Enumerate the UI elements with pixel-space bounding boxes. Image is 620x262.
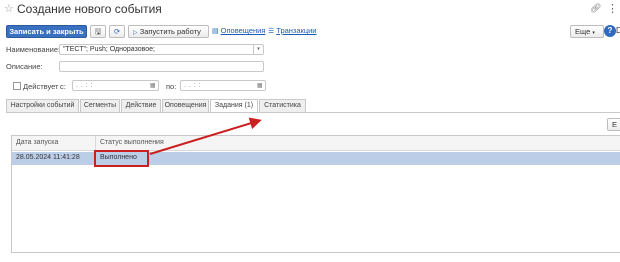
tab-alerts[interactable]: Оповещения [162, 99, 209, 112]
to-date-field[interactable]: . . : : ▦ [180, 80, 266, 91]
save-and-close-button[interactable]: Записать и закрыть [6, 25, 87, 38]
more-button[interactable]: Еще ▾ [570, 25, 604, 38]
link-icon[interactable]: 🔗︎ [590, 3, 601, 14]
column-header-status[interactable]: Статус выполнения [100, 139, 164, 146]
tab-event-settings[interactable]: Настройки событий [6, 99, 79, 112]
calendar-icon[interactable]: ▦ [150, 82, 156, 90]
panel-cut-button[interactable]: Е [607, 118, 620, 131]
run-job-button[interactable]: ▷ Запустить работу [128, 25, 209, 38]
from-date-value: . . : : [76, 82, 94, 89]
name-value: "ТЕСТ"; Push; Одноразовое; [63, 46, 155, 53]
save-button[interactable]: 🖫︎ [90, 25, 106, 38]
table-header: Дата запуска Статус выполнения [12, 136, 620, 151]
tab-jobs[interactable]: Задания (1) [210, 99, 258, 113]
chevron-down-icon: ▾ [592, 30, 595, 36]
play-icon: ▷ [133, 30, 138, 36]
run-job-label: Запустить работу [139, 27, 201, 36]
tab-segments[interactable]: Сегменты [80, 99, 120, 112]
refresh-button[interactable]: ⟳ [109, 25, 125, 38]
column-divider [95, 136, 96, 151]
tab-bar: Настройки событий Сегменты Действие Опов… [6, 99, 620, 113]
save-icon: 🖫︎ [94, 27, 102, 36]
alerts-icon: ▤ [212, 28, 219, 35]
description-label: Описание: [6, 62, 43, 71]
transactions-icon: ☰ [268, 28, 275, 35]
toolbar: Записать и закрыть 🖫︎ ⟳ ▷ Запустить рабо… [6, 25, 620, 39]
from-date-field[interactable]: . . : : ▦ [72, 80, 159, 91]
cut-off-button[interactable]: D [616, 26, 620, 35]
column-header-date[interactable]: Дата запуска [16, 139, 58, 146]
transactions-link[interactable]: ☰ Транзакции [268, 26, 317, 35]
calendar-icon[interactable]: ▦ [257, 82, 263, 90]
help-icon[interactable]: ? [604, 25, 616, 37]
annotation-highlight-box [94, 150, 149, 167]
from-label: с: [60, 82, 66, 91]
tab-action[interactable]: Действие [121, 99, 161, 112]
to-date-value: . . : : [184, 82, 202, 89]
cell-date: 28.05.2024 11:41:28 [16, 154, 80, 161]
name-label: Наименование: [6, 45, 61, 54]
active-checkbox[interactable] [13, 82, 21, 90]
transactions-link-label: Транзакции [276, 26, 317, 35]
to-label: по: [166, 82, 177, 91]
tab-divider [6, 112, 620, 113]
title-bar: ☆ Создание нового события 🔗︎ ⋮ [0, 0, 620, 20]
alerts-link-label: Оповещения [220, 26, 266, 35]
dropdown-icon[interactable]: ▾ [253, 45, 263, 54]
kebab-icon[interactable]: ⋮ [607, 2, 618, 15]
refresh-icon: ⟳ [113, 27, 121, 36]
star-icon[interactable]: ☆ [4, 2, 14, 15]
page-title: Создание нового события [17, 2, 162, 16]
alerts-link[interactable]: ▤ Оповещения [212, 26, 265, 35]
name-field[interactable]: "ТЕСТ"; Push; Одноразовое; ▾ [59, 44, 264, 55]
more-label: Еще [575, 27, 591, 36]
active-label: Действует [23, 82, 59, 91]
description-field[interactable] [59, 61, 264, 72]
tab-statistics[interactable]: Статистика [259, 99, 306, 112]
